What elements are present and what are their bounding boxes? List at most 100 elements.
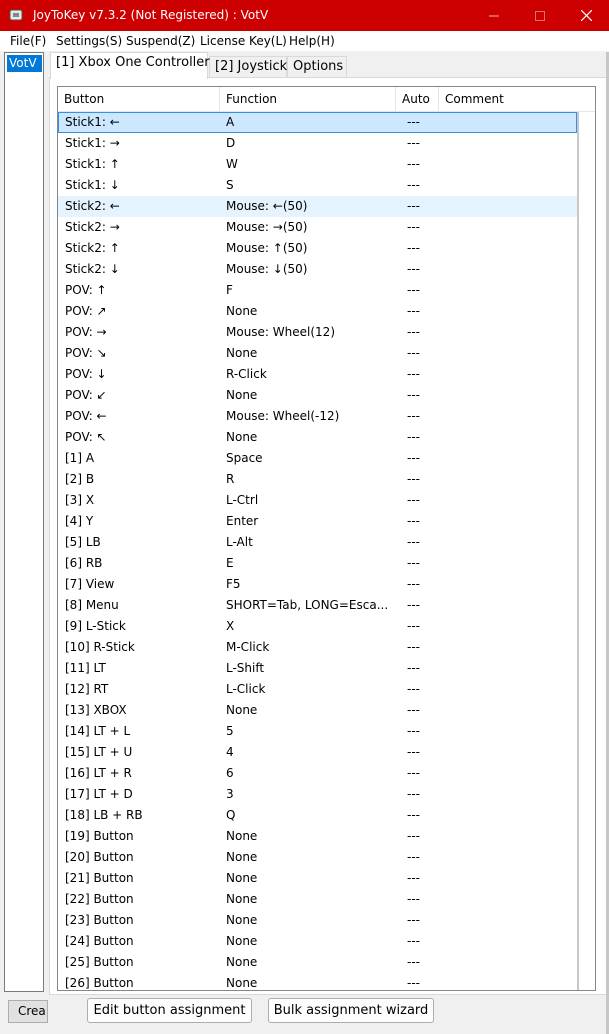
column-header-comment[interactable]: Comment: [439, 87, 595, 111]
table-row[interactable]: [14] LT + L 5 ---: [58, 721, 577, 742]
menu-file[interactable]: File(F): [10, 34, 46, 48]
cell-function: 3: [226, 787, 234, 801]
table-row[interactable]: [4] Y Enter ---: [58, 511, 577, 532]
cell-button: [9] L-Stick: [65, 619, 126, 633]
cell-button: [5] LB: [65, 535, 101, 549]
menu-license-key[interactable]: License Key(L): [200, 34, 287, 48]
cell-auto: ---: [407, 493, 420, 507]
cell-button: POV: →: [65, 325, 107, 339]
table-row[interactable]: Stick2: ↑ Mouse: ↑(50) ---: [58, 238, 577, 259]
table-row[interactable]: Stick1: ↓ S ---: [58, 175, 577, 196]
cell-auto: ---: [407, 703, 420, 717]
table-row[interactable]: [26] Button None ---: [58, 973, 577, 990]
tab-joystick[interactable]: [2] Joystick: [209, 56, 287, 78]
maximize-icon[interactable]: [517, 0, 563, 31]
table-row[interactable]: [2] B R ---: [58, 469, 577, 490]
table-row[interactable]: [3] X L-Ctrl ---: [58, 490, 577, 511]
table-row[interactable]: [22] Button None ---: [58, 889, 577, 910]
cell-button: POV: ↓: [65, 367, 107, 381]
table-row[interactable]: POV: ↘ None ---: [58, 343, 577, 364]
table-row[interactable]: [15] LT + U 4 ---: [58, 742, 577, 763]
table-row[interactable]: [12] RT L-Click ---: [58, 679, 577, 700]
cell-auto: ---: [407, 535, 420, 549]
menu-help[interactable]: Help(H): [289, 34, 335, 48]
cell-auto: ---: [407, 766, 420, 780]
cell-function: Mouse: ←(50): [226, 199, 308, 213]
bulk-assignment-wizard-button[interactable]: Bulk assignment wizard: [268, 998, 434, 1023]
cell-button: Stick2: ←: [65, 199, 120, 213]
cell-button: [25] Button: [65, 955, 134, 969]
cell-button: Stick2: ↓: [65, 262, 120, 276]
tab-options[interactable]: Options: [287, 56, 347, 78]
table-row[interactable]: [19] Button None ---: [58, 826, 577, 847]
cell-button: [23] Button: [65, 913, 134, 927]
cell-button: [24] Button: [65, 934, 134, 948]
table-row[interactable]: [8] Menu SHORT=Tab, LONG=Esca... ---: [58, 595, 577, 616]
column-header-button[interactable]: Button: [58, 87, 220, 111]
menu-settings[interactable]: Settings(S): [56, 34, 122, 48]
cell-function: A: [226, 115, 235, 129]
table-row[interactable]: POV: ↗ None ---: [58, 301, 577, 322]
table-row[interactable]: [18] LB + RB Q ---: [58, 805, 577, 826]
cell-button: [13] XBOX: [65, 703, 127, 717]
table-row[interactable]: POV: → Mouse: Wheel(12) ---: [58, 322, 577, 343]
menu-suspend[interactable]: Suspend(Z): [126, 34, 195, 48]
table-row[interactable]: [16] LT + R 6 ---: [58, 763, 577, 784]
table-row[interactable]: [9] L-Stick X ---: [58, 616, 577, 637]
table-row[interactable]: POV: ↑ F ---: [58, 280, 577, 301]
table-row[interactable]: [21] Button None ---: [58, 868, 577, 889]
cell-function: X: [226, 619, 235, 633]
cell-auto: ---: [407, 157, 420, 171]
column-header-auto[interactable]: Auto: [396, 87, 439, 111]
vertical-scrollbar[interactable]: [577, 112, 595, 990]
cell-function: None: [226, 304, 258, 318]
table-row[interactable]: Stick1: ← A ---: [58, 112, 577, 133]
cell-function: None: [226, 346, 258, 360]
table-row[interactable]: [17] LT + D 3 ---: [58, 784, 577, 805]
button-assignment-table[interactable]: Button Function Auto Comment Stick1: ← A -…: [57, 86, 596, 991]
table-row[interactable]: POV: ← Mouse: Wheel(-12) ---: [58, 406, 577, 427]
table-row[interactable]: POV: ↙ None ---: [58, 385, 577, 406]
table-row[interactable]: POV: ↖ None ---: [58, 427, 577, 448]
cell-function: R-Click: [226, 367, 267, 381]
minimize-icon[interactable]: [471, 0, 517, 31]
cell-auto: ---: [407, 409, 420, 423]
table-row[interactable]: [20] Button None ---: [58, 847, 577, 868]
table-row[interactable]: [23] Button None ---: [58, 910, 577, 931]
cell-auto: ---: [407, 304, 420, 318]
column-header-function[interactable]: Function: [220, 87, 396, 111]
table-row[interactable]: POV: ↓ R-Click ---: [58, 364, 577, 385]
cell-function: W: [226, 157, 238, 171]
table-row[interactable]: Stick2: → Mouse: →(50) ---: [58, 217, 577, 238]
cell-auto: ---: [407, 514, 420, 528]
cell-button: [10] R-Stick: [65, 640, 135, 654]
cell-function: None: [226, 892, 258, 906]
table-row[interactable]: [5] LB L-Alt ---: [58, 532, 577, 553]
tab-xbox-one-controller[interactable]: [1] Xbox One Controller: [50, 52, 210, 79]
table-row[interactable]: [1] A Space ---: [58, 448, 577, 469]
table-row[interactable]: Stick1: ↑ W ---: [58, 154, 577, 175]
cell-function: L-Shift: [226, 661, 265, 675]
cell-auto: ---: [407, 325, 420, 339]
table-row[interactable]: [25] Button None ---: [58, 952, 577, 973]
cell-auto: ---: [407, 430, 420, 444]
table-row[interactable]: [6] RB E ---: [58, 553, 577, 574]
create-button[interactable]: Crea: [8, 1000, 48, 1023]
table-row[interactable]: Stick2: ← Mouse: ←(50) ---: [58, 196, 577, 217]
table-row[interactable]: [11] LT L-Shift ---: [58, 658, 577, 679]
config-item-votv[interactable]: VotV: [7, 55, 42, 72]
scrollbar-thumb[interactable]: [577, 112, 579, 990]
cell-function: L-Alt: [226, 535, 253, 549]
table-row[interactable]: [7] View F5 ---: [58, 574, 577, 595]
cell-button: [21] Button: [65, 871, 134, 885]
table-row[interactable]: [10] R-Stick M-Click ---: [58, 637, 577, 658]
table-row[interactable]: Stick1: → D ---: [58, 133, 577, 154]
config-list[interactable]: VotV: [4, 52, 44, 992]
cell-button: [3] X: [65, 493, 95, 507]
table-row[interactable]: [24] Button None ---: [58, 931, 577, 952]
close-icon[interactable]: [563, 0, 609, 31]
table-row[interactable]: [13] XBOX None ---: [58, 700, 577, 721]
table-row[interactable]: Stick2: ↓ Mouse: ↓(50) ---: [58, 259, 577, 280]
cell-function: R: [226, 472, 235, 486]
edit-button-assignment-button[interactable]: Edit button assignment: [87, 998, 252, 1023]
